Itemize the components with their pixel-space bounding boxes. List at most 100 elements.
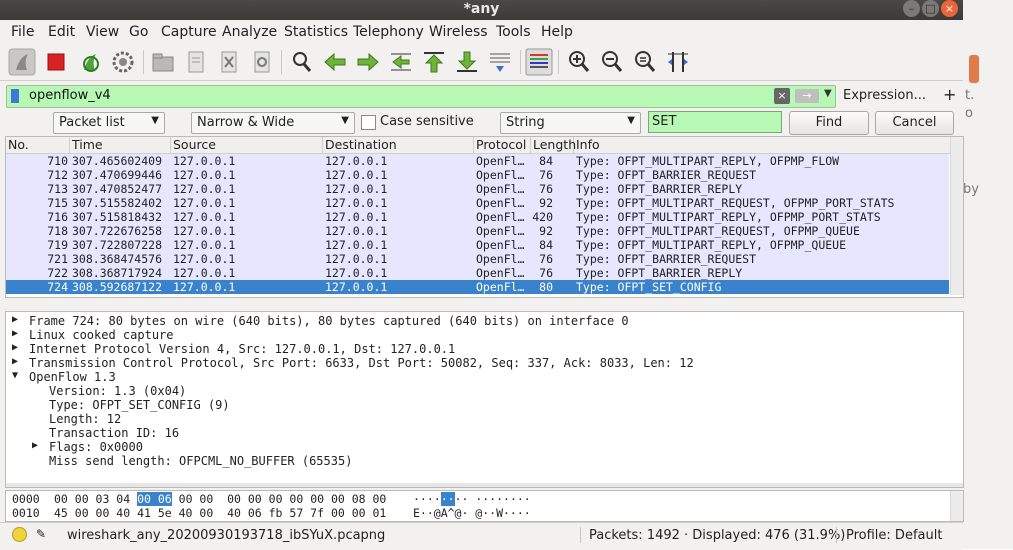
capture-comment-pencil-icon[interactable]: ✎ [36, 527, 46, 541]
menu-edit[interactable]: Edit [48, 24, 75, 40]
clear-filter-icon[interactable]: × [774, 88, 790, 104]
open-file-folder-icon[interactable] [149, 48, 177, 76]
detail-row[interactable]: Version: 1.3 (0x04) [6, 384, 963, 398]
packet-row[interactable]: 715 307.515582402 127.0.0.1 127.0.0.1 OpenFl… [6, 196, 949, 210]
normal-size-icon[interactable] [631, 48, 659, 76]
bytes-row[interactable]: 0000 00 00 03 04 00 06 00 00 00 00 00 00 … [6, 492, 946, 506]
detail-row[interactable]: ▶ Transmission Control Protocol, Src Port… [6, 356, 963, 370]
display-filter-bar[interactable]: openflow_v4 × → ▼ [6, 85, 836, 108]
go-back-arrow-icon[interactable] [321, 48, 349, 76]
detail-row[interactable]: ▶ Flags: 0x0000 [6, 440, 963, 454]
shark-fin-start-icon[interactable] [8, 48, 36, 76]
packet-row[interactable]: 710 307.465602409 127.0.0.1 127.0.0.1 OpenFl… [6, 154, 949, 168]
find-packet-magnifier-icon[interactable] [288, 48, 316, 76]
profile-indicator[interactable]: Profile: Default [846, 528, 942, 543]
menu-tools[interactable]: Tools [496, 24, 531, 40]
packet-row[interactable]: 722 308.368717924 127.0.0.1 127.0.0.1 OpenFl… [6, 266, 949, 280]
display-filter-input[interactable]: openflow_v4 [29, 88, 111, 103]
menu-view[interactable]: View [86, 24, 119, 40]
menu-go[interactable]: Go [129, 24, 148, 40]
menu-analyze[interactable]: Analyze [222, 24, 277, 40]
column-header-info[interactable]: Info [574, 137, 950, 153]
packet-cell-src: 127.0.0.1 [173, 252, 236, 266]
menu-help[interactable]: Help [541, 24, 573, 40]
bytes-row[interactable]: 0010 45 00 00 40 41 5e 40 00 40 06 fb 57 … [6, 506, 946, 520]
menu-statistics[interactable]: Statistics [284, 24, 348, 40]
go-to-packet-icon[interactable] [387, 48, 415, 76]
expert-info-status-icon[interactable] [12, 527, 27, 542]
packet-row[interactable]: 724 308.592687122 127.0.0.1 127.0.0.1 OpenFl… [6, 280, 949, 294]
capture-options-gear-icon[interactable] [109, 48, 137, 76]
detail-text: Transaction ID: 16 [49, 426, 180, 440]
search-in-combo[interactable]: Packet list ▼ [53, 112, 165, 134]
filter-bookmark-icon[interactable] [11, 89, 19, 103]
first-packet-arrow-icon[interactable] [420, 48, 448, 76]
search-type-combo[interactable]: String ▼ [500, 112, 641, 134]
expand-arrow-icon[interactable]: ▶ [12, 314, 18, 325]
packet-row[interactable]: 721 308.368474576 127.0.0.1 127.0.0.1 OpenFl… [6, 252, 949, 266]
detail-row[interactable]: ▶ Frame 724: 80 bytes on wire (640 bits),… [6, 314, 963, 328]
wireshark-window: *any – □ × File Edit View Go Capture Ana… [0, 0, 964, 550]
expression-button[interactable]: Expression... [843, 88, 926, 103]
char-width-combo[interactable]: Narrow & Wide ▼ [191, 112, 355, 134]
find-search-input[interactable]: SET [648, 111, 782, 133]
detail-row[interactable]: ▶ Linux cooked capture [6, 328, 963, 342]
detail-row[interactable]: Length: 12 [6, 412, 963, 426]
detail-row[interactable]: ▶ Internet Protocol Version 4, Src: 127.0… [6, 342, 963, 356]
filter-history-chevron-down-icon[interactable]: ▼ [824, 88, 832, 99]
reload-file-icon[interactable] [248, 48, 276, 76]
collapse-arrow-icon[interactable]: ▼ [12, 370, 18, 381]
find-button[interactable]: Find [789, 111, 869, 135]
menu-file[interactable]: File [11, 24, 34, 40]
menu-wireless[interactable]: Wireless [429, 24, 488, 40]
column-header-source[interactable]: Source [171, 137, 323, 153]
resize-columns-icon[interactable] [664, 48, 692, 76]
detail-row[interactable]: Miss send length: OFPCML_NO_BUFFER (6553… [6, 454, 963, 468]
zoom-in-icon[interactable] [565, 48, 593, 76]
column-header-no[interactable]: No. [6, 137, 70, 153]
save-file-icon[interactable] [182, 48, 210, 76]
detail-text: OpenFlow 1.3 [29, 370, 116, 384]
minimize-button[interactable]: – [903, 0, 920, 17]
packet-row[interactable]: 712 307.470699446 127.0.0.1 127.0.0.1 OpenFl… [6, 168, 949, 182]
auto-scroll-icon[interactable] [486, 48, 514, 76]
last-packet-arrow-icon[interactable] [453, 48, 481, 76]
expand-arrow-icon[interactable]: ▶ [32, 440, 38, 451]
close-file-icon[interactable] [215, 48, 243, 76]
bytes-scrollbar[interactable] [950, 491, 963, 521]
packet-cell-info: Type: OFPT_SET_CONFIG [576, 280, 722, 294]
column-header-time[interactable]: Time [70, 137, 171, 153]
title-bar[interactable]: *any – □ × [0, 0, 963, 20]
column-header-destination[interactable]: Destination [323, 137, 474, 153]
desktop-background: t. o by [963, 0, 1013, 549]
packet-row[interactable]: 719 307.722807228 127.0.0.1 127.0.0.1 OpenFl… [6, 238, 949, 252]
zoom-out-icon[interactable] [598, 48, 626, 76]
expand-arrow-icon[interactable]: ▶ [12, 356, 18, 367]
stop-capture-icon[interactable] [42, 48, 70, 76]
expand-arrow-icon[interactable]: ▶ [12, 328, 18, 339]
menu-capture[interactable]: Capture [161, 24, 217, 40]
menu-telephony[interactable]: Telephony [353, 24, 424, 40]
apply-filter-arrow-icon[interactable]: → [795, 89, 819, 103]
case-sensitive-checkbox[interactable] [361, 115, 376, 130]
packet-row[interactable]: 713 307.470852477 127.0.0.1 127.0.0.1 OpenFl… [6, 182, 949, 196]
colorize-packet-list-icon[interactable] [525, 48, 553, 76]
close-button[interactable]: × [941, 0, 958, 17]
packet-row[interactable]: 718 307.722676258 127.0.0.1 127.0.0.1 OpenFl… [6, 224, 949, 238]
cancel-button[interactable]: Cancel [875, 111, 954, 135]
maximize-button[interactable]: □ [922, 0, 939, 17]
detail-row[interactable]: Type: OFPT_SET_CONFIG (9) [6, 398, 963, 412]
column-header-protocol[interactable]: Protocol [474, 137, 531, 153]
packet-row[interactable]: 716 307.515818432 127.0.0.1 127.0.0.1 OpenFl… [6, 210, 949, 224]
detail-row[interactable]: Transaction ID: 16 [6, 426, 963, 440]
restart-capture-icon[interactable] [76, 48, 104, 76]
expand-arrow-icon[interactable]: ▶ [12, 342, 18, 353]
packet-list-scrollbar[interactable] [950, 137, 963, 295]
detail-row[interactable]: ▼ OpenFlow 1.3 [6, 370, 963, 384]
details-horizontal-scrollbar[interactable] [6, 483, 963, 487]
window-title: *any [463, 1, 500, 17]
go-forward-arrow-icon[interactable] [354, 48, 382, 76]
column-header-length[interactable]: Length [531, 137, 576, 153]
packet-cell-no: 721 [47, 252, 68, 266]
add-filter-button[interactable]: + [943, 85, 956, 104]
